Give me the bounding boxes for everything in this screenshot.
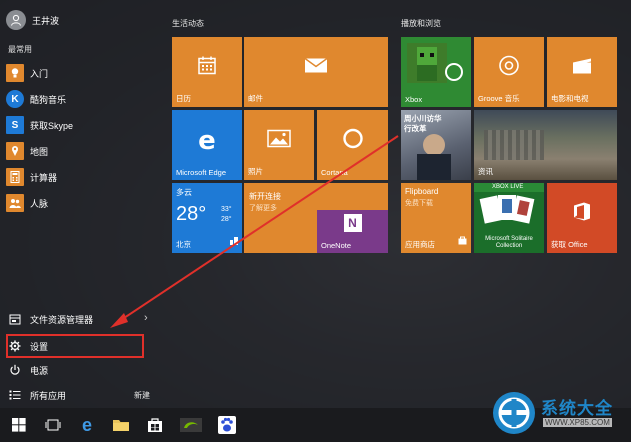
edge-icon: e <box>81 414 92 435</box>
watermark-text: 系统大全 <box>541 399 613 418</box>
start-button[interactable] <box>4 408 34 442</box>
folder-icon <box>113 420 129 431</box>
watermark-url: WWW.XP85.COM <box>543 418 612 427</box>
task-view-icon <box>45 419 61 431</box>
desktop: 王井波 最常用 入门 K 酷狗音乐 S 获取Skype 地图 计算器 人脉 文件… <box>0 0 631 442</box>
store-bag-icon <box>148 418 162 432</box>
watermark-globe-icon <box>493 392 535 434</box>
taskbar-baidu[interactable] <box>212 408 242 442</box>
annotation-arrow <box>110 135 399 328</box>
taskbar-explorer[interactable] <box>106 408 136 442</box>
taskbar-store[interactable] <box>140 408 170 442</box>
windows-logo-icon <box>12 418 26 432</box>
paw-icon <box>218 416 236 434</box>
taskbar-edge[interactable]: e <box>72 408 102 442</box>
watermark-logo: 系统大全 WWW.XP85.COM <box>491 388 629 438</box>
taskbar-nvidia[interactable] <box>176 408 206 442</box>
task-view-button[interactable] <box>38 408 68 442</box>
nvidia-icon <box>180 418 202 432</box>
